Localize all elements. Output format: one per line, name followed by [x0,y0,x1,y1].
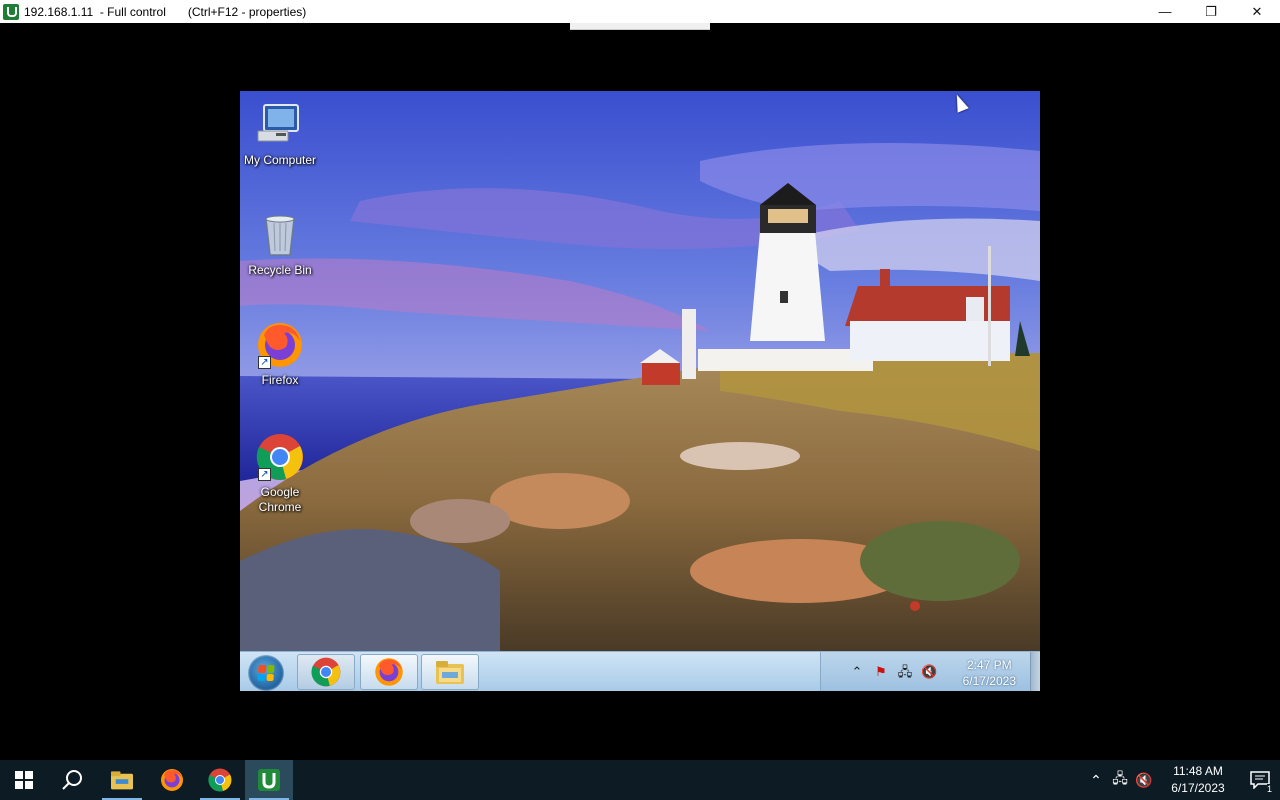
remote-time: 2:47 PM [966,658,1012,672]
volume-muted-icon[interactable]: 🔇 [921,664,937,680]
shortcut-arrow-icon: ↗ [258,468,271,481]
file-explorer-icon [111,771,133,790]
show-hidden-icons-icon[interactable]: ⌃ [1084,772,1108,789]
remote-start-button[interactable] [248,655,284,691]
remote-toolbar-handle[interactable] [570,23,710,30]
local-taskbar-file-explorer[interactable] [98,760,146,800]
local-system-tray: ⌃ 🖧 🔇 11:48 AM 6/17/2023 1 [1084,760,1280,800]
remote-taskbar-file-explorer[interactable] [421,654,479,690]
desktop-icon-label: Google Chrome [258,485,302,514]
remote-show-desktop-button[interactable] [1030,652,1040,691]
window-title-hint: (Ctrl+F12 - properties) [187,4,307,19]
desktop-icon-label: My Computer [243,153,317,167]
chrome-icon: ↗ [256,433,304,481]
desktop-icon-google-chrome[interactable]: ↗ Google Chrome [240,433,320,515]
local-clock[interactable]: 11:48 AM 6/17/2023 [1162,763,1234,797]
firefox-icon: ↗ [256,321,304,369]
remote-date: 6/17/2023 [962,674,1016,688]
remote-viewer-app-icon [3,3,19,20]
remote-taskbar-firefox[interactable] [360,654,418,690]
minimize-button[interactable]: — [1142,0,1188,23]
chrome-icon [311,657,341,687]
network-icon[interactable]: 🖧 [897,664,913,680]
local-start-button[interactable] [0,760,48,800]
viewer-titlebar: 192.168.1.11 - Full control (Ctrl+F12 - … [0,0,1280,23]
computer-icon [256,101,304,149]
remote-viewer-icon [258,769,280,791]
window-title: 192.168.1.11 - Full control [24,4,166,19]
remote-system-tray: ⌃ ⚑ 🖧 🔇 2:47 PM 6/17/2023 [820,652,1030,691]
remote-desktop-screen[interactable]: My Computer Recycle Bin ↗ Firefox ↗ Goog… [240,91,1040,691]
restore-button[interactable]: ❐ [1188,0,1234,23]
firefox-icon [161,769,183,791]
action-center-button[interactable]: 1 [1240,760,1280,800]
volume-muted-icon[interactable]: 🔇 [1132,772,1156,789]
firefox-icon [375,658,403,686]
local-time: 11:48 AM [1173,764,1223,778]
desktop-icon-firefox[interactable]: ↗ Firefox [240,321,320,388]
desktop-icon-label: Firefox [261,373,299,387]
local-taskbar: ⌃ 🖧 🔇 11:48 AM 6/17/2023 1 [0,760,1280,800]
notification-count-badge: 1 [1266,784,1272,794]
close-button[interactable]: ✕ [1234,0,1280,23]
file-explorer-icon [436,661,464,684]
remote-clock[interactable]: 2:47 PM 6/17/2023 [963,657,1016,689]
shortcut-arrow-icon: ↗ [258,356,271,369]
network-icon[interactable]: 🖧 [1108,768,1132,792]
local-search-button[interactable] [48,760,96,800]
desktop-icon-recycle-bin[interactable]: Recycle Bin [240,211,320,278]
windows-logo-icon [257,665,275,681]
recycle-bin-icon [256,211,304,259]
local-taskbar-firefox[interactable] [148,760,196,800]
remote-taskbar: ⌃ ⚑ 🖧 🔇 2:47 PM 6/17/2023 [240,651,1040,691]
window-controls: — ❐ ✕ [1142,0,1280,23]
desktop-icon-my-computer[interactable]: My Computer [240,101,320,168]
show-hidden-icons-icon[interactable]: ⌃ [849,664,865,680]
local-date: 6/17/2023 [1171,781,1225,795]
local-taskbar-remote-viewer[interactable] [245,760,293,800]
local-taskbar-chrome[interactable] [196,760,244,800]
search-icon [62,770,82,790]
desktop-icon-label: Recycle Bin [248,263,312,277]
action-center-error-icon[interactable]: ⚑ [873,664,889,680]
chrome-icon [208,768,232,792]
lighthouse-wallpaper [240,91,1040,651]
remote-taskbar-chrome[interactable] [297,654,355,690]
windows-logo-icon [15,771,33,789]
